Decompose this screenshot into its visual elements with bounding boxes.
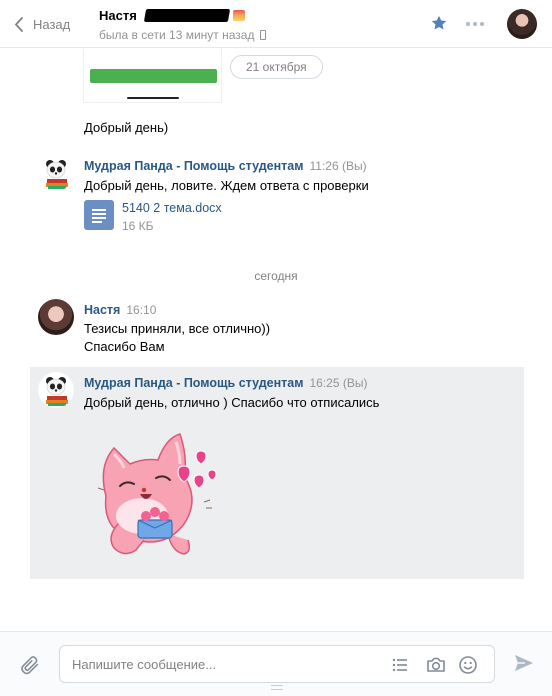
online-status: была в сети 13 минут назад <box>99 28 267 42</box>
sender-line: Настя 16:10 <box>84 303 156 317</box>
back-button[interactable]: Назад <box>14 14 70 34</box>
attachment-thumbnail-bar <box>127 97 179 99</box>
document-info: 5140 2 тема.docx 16 КБ <box>122 200 222 233</box>
message-time[interactable]: 16:25 (Вы) <box>309 376 367 390</box>
back-label: Назад <box>33 16 71 32</box>
sender-name[interactable]: Мудрая Панда - Помощь студентам <box>84 376 303 390</box>
chat-header: Назад Настя была в сети 13 минут назад <box>0 0 552 48</box>
emoji-smile-icon[interactable] <box>458 655 478 678</box>
star-icon[interactable] <box>430 14 448 35</box>
panda-avatar[interactable] <box>38 155 74 191</box>
panda-icon <box>46 160 68 189</box>
redaction-mark <box>143 9 230 22</box>
sender-name[interactable]: Настя <box>84 303 120 317</box>
more-options-icon[interactable] <box>466 22 484 26</box>
document-size: 16 КБ <box>122 219 154 233</box>
message-composer <box>0 631 552 696</box>
message-text: Добрый день, отлично ) Спасибо что отпис… <box>84 395 380 410</box>
header-avatar[interactable] <box>507 9 537 39</box>
document-name[interactable]: 5140 2 тема.docx <box>122 201 222 215</box>
nastya-avatar[interactable] <box>38 299 74 335</box>
message-text: Спасибо Вам <box>84 339 165 354</box>
sender-line: Мудрая Панда - Помощь студентам 11:26 (Вы… <box>84 159 367 173</box>
message-text: Тезисы приняли, все отлично)) <box>84 321 271 336</box>
cat-sticker-image[interactable] <box>84 424 224 564</box>
mobile-phone-icon <box>260 30 267 40</box>
camera-icon[interactable] <box>425 655 447 678</box>
message-input[interactable] <box>72 646 382 682</box>
contact-name[interactable]: Настя <box>99 8 245 23</box>
chevron-left-icon <box>14 16 23 32</box>
date-divider: сегодня <box>254 269 298 283</box>
message-text: Добрый день) <box>84 120 169 135</box>
send-icon[interactable] <box>513 653 535 676</box>
paperclip-icon[interactable] <box>19 654 41 679</box>
resize-grip[interactable] <box>271 685 283 690</box>
message-time[interactable]: 11:26 (Вы) <box>309 159 366 173</box>
document-icon <box>84 200 114 230</box>
message-history[interactable]: 21 октября Добрый день) Мудрая Панда - П… <box>0 49 552 631</box>
template-list-icon[interactable] <box>390 655 410 678</box>
sunset-emoji-icon <box>232 10 245 21</box>
attachment-thumbnail-button <box>90 69 217 83</box>
sender-name[interactable]: Мудрая Панда - Помощь студентам <box>84 159 303 173</box>
message-time[interactable]: 16:10 <box>126 303 156 317</box>
image-attachment[interactable] <box>83 49 222 103</box>
message-text: Добрый день, ловите. Ждем ответа с прове… <box>84 178 369 193</box>
date-pill[interactable]: 21 октября <box>230 55 323 79</box>
sender-line: Мудрая Панда - Помощь студентам 16:25 (Вы… <box>84 376 367 390</box>
document-attachment[interactable]: 5140 2 тема.docx 16 КБ <box>84 200 222 233</box>
contact-name-text: Настя <box>99 8 137 23</box>
message-input-box <box>59 645 495 683</box>
panda-icon <box>46 377 68 406</box>
panda-avatar[interactable] <box>38 372 74 408</box>
online-status-text: была в сети 13 минут назад <box>99 28 255 42</box>
